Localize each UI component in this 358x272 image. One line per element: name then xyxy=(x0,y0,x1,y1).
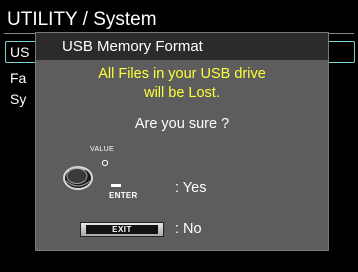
exit-button[interactable]: EXIT xyxy=(80,222,164,237)
no-option: : No xyxy=(175,221,202,237)
value-label: VALUE xyxy=(90,146,114,153)
enter-label: ENTER xyxy=(109,191,138,200)
dialog-header: USB Memory Format xyxy=(36,33,328,60)
menu-item-usb[interactable]: US xyxy=(10,44,29,60)
lcd-screen: UTILITY / System US Fa Sy USB Memory For… xyxy=(0,0,358,272)
menu-item-factory[interactable]: Fa xyxy=(10,70,26,86)
format-confirm-dialog: USB Memory Format All Files in your USB … xyxy=(35,32,329,251)
warning-line-1: All Files in your USB drive xyxy=(98,66,266,82)
menu-item-system[interactable]: Sy xyxy=(10,91,26,107)
dialog-title: USB Memory Format xyxy=(62,38,203,55)
warning-line-2: will be Lost. xyxy=(144,85,220,101)
exit-button-label: EXIT xyxy=(86,225,158,234)
yes-option: : Yes xyxy=(175,180,207,196)
page-title: UTILITY / System xyxy=(7,9,157,30)
confirm-prompt: Are you sure ? xyxy=(134,116,230,132)
